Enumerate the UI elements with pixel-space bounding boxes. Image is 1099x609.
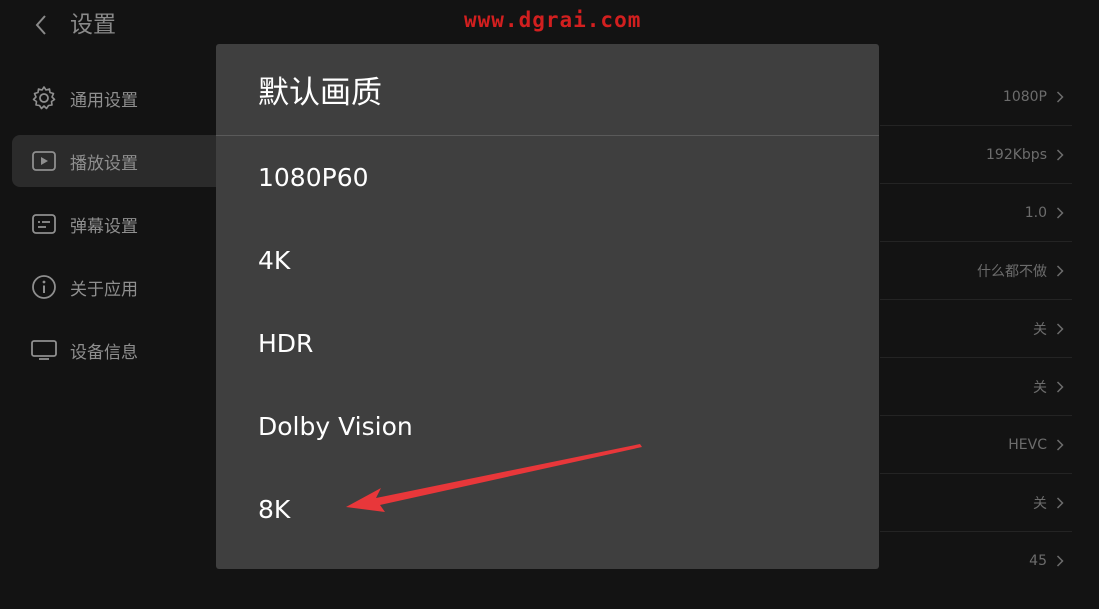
setting-row-number[interactable]: 45	[880, 532, 1072, 590]
option-hdr[interactable]: HDR	[216, 302, 879, 385]
sidebar-item-general[interactable]: 通用设置	[12, 72, 242, 124]
setting-value: 关	[1033, 321, 1047, 338]
chevron-left-icon	[35, 15, 46, 35]
option-dolby-vision[interactable]: Dolby Vision	[216, 385, 879, 468]
play-icon	[30, 147, 58, 175]
sidebar: 通用设置 播放设置 弹幕设置 关于应用 设备信息	[12, 72, 242, 387]
setting-value: 什么都不做	[977, 263, 1047, 280]
setting-value: 1.0	[1024, 204, 1047, 221]
setting-row-quality[interactable]: 1080P	[880, 68, 1072, 126]
back-button[interactable]	[24, 8, 58, 42]
setting-value: 1080P	[1002, 88, 1047, 105]
option-8k[interactable]: 8K	[216, 468, 879, 551]
sidebar-item-label: 通用设置	[70, 90, 138, 111]
chevron-right-icon	[1056, 380, 1066, 394]
chevron-right-icon	[1056, 206, 1066, 220]
setting-row-audio[interactable]: 192Kbps	[880, 126, 1072, 184]
setting-value: 关	[1033, 495, 1047, 512]
gear-icon	[30, 84, 58, 112]
chevron-right-icon	[1056, 148, 1066, 162]
info-icon	[30, 273, 58, 301]
watermark-text: www.dgrai.com	[464, 8, 642, 32]
sidebar-item-device[interactable]: 设备信息	[12, 324, 242, 376]
setting-value: 192Kbps	[986, 146, 1047, 163]
tv-icon	[30, 336, 58, 364]
setting-value: 关	[1033, 379, 1047, 396]
option-4k[interactable]: 4K	[216, 219, 879, 302]
setting-value: HEVC	[1008, 436, 1047, 453]
sidebar-item-about[interactable]: 关于应用	[12, 261, 242, 313]
option-1080p60[interactable]: 1080P60	[216, 136, 879, 219]
chevron-right-icon	[1056, 264, 1066, 278]
chevron-right-icon	[1056, 322, 1066, 336]
setting-row-action[interactable]: 什么都不做	[880, 242, 1072, 300]
sidebar-item-label: 设备信息	[70, 342, 138, 363]
setting-value: 45	[1029, 553, 1047, 569]
dialog-title: 默认画质	[216, 44, 879, 136]
chevron-right-icon	[1056, 90, 1066, 104]
setting-row-speed[interactable]: 1.0	[880, 184, 1072, 242]
quality-dialog: 默认画质 1080P60 4K HDR Dolby Vision 8K	[216, 44, 879, 569]
sidebar-item-playback[interactable]: 播放设置	[12, 135, 242, 187]
chevron-right-icon	[1056, 438, 1066, 452]
page-title: 设置	[70, 12, 116, 38]
chevron-right-icon	[1056, 554, 1066, 568]
settings-page: 设置 www.dgrai.com 通用设置 播放设置 弹幕设置 关于应用 设备信…	[0, 0, 1099, 609]
setting-row-toggle-3[interactable]: 关	[880, 474, 1072, 532]
settings-list: 1080P 192Kbps 1.0 什么都不做 关 关 HEVC 关 45	[880, 68, 1072, 590]
sidebar-item-label: 弹幕设置	[70, 216, 138, 237]
sidebar-item-label: 播放设置	[70, 153, 138, 174]
setting-row-toggle-2[interactable]: 关	[880, 358, 1072, 416]
setting-row-codec[interactable]: HEVC	[880, 416, 1072, 474]
sidebar-item-danmaku[interactable]: 弹幕设置	[12, 198, 242, 250]
danmaku-icon	[30, 210, 58, 238]
sidebar-item-label: 关于应用	[70, 279, 138, 300]
chevron-right-icon	[1056, 496, 1066, 510]
setting-row-toggle-1[interactable]: 关	[880, 300, 1072, 358]
